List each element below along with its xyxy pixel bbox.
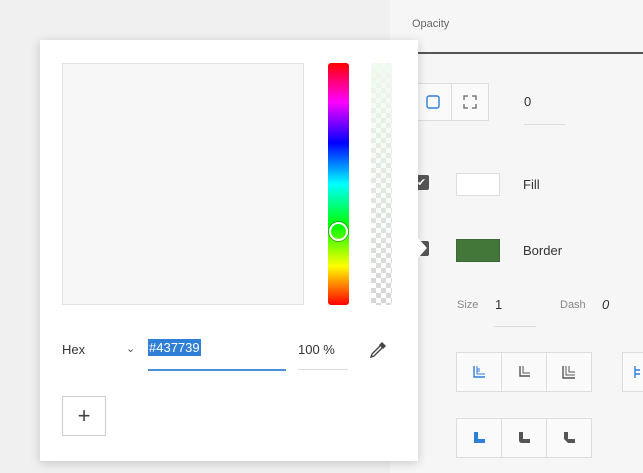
- eyedropper-icon: [369, 342, 386, 359]
- rounded-corner-button[interactable]: [414, 83, 452, 121]
- popup-pointer: [418, 238, 427, 258]
- add-swatch-button[interactable]: +: [62, 396, 106, 436]
- border-size-label: Size: [457, 299, 479, 311]
- color-format-select[interactable]: Hex: [62, 342, 85, 357]
- border-size-input[interactable]: 1: [495, 297, 502, 312]
- stroke-inside-icon: [473, 366, 485, 378]
- border-color-swatch[interactable]: [456, 239, 500, 262]
- stroke-center-button[interactable]: [501, 352, 547, 392]
- alpha-slider[interactable]: [371, 63, 392, 305]
- dash-label: Dash: [560, 299, 586, 311]
- properties-panel: Opacity 0 ✔ Fill ✔ Border Size 1 Dash 0: [390, 0, 643, 473]
- stroke-inside-button[interactable]: [456, 352, 502, 392]
- hue-slider-handle[interactable]: [329, 222, 348, 241]
- saturation-value-area[interactable]: [62, 63, 304, 305]
- stroke-center-icon: [519, 366, 530, 377]
- bevel-join-button[interactable]: [546, 418, 592, 458]
- fill-color-swatch[interactable]: [456, 173, 500, 196]
- dash-input[interactable]: 0: [602, 297, 609, 312]
- border-label: Border: [523, 243, 563, 258]
- stroke-join-group: [456, 418, 592, 458]
- opacity-input[interactable]: 100 %: [298, 342, 335, 357]
- miter-join-icon: [474, 432, 485, 443]
- corner-radius-underline: [524, 124, 566, 125]
- stroke-option-icon: [634, 366, 640, 378]
- hex-input[interactable]: #437739: [148, 339, 201, 356]
- corner-style-group: [414, 83, 489, 121]
- round-join-icon: [519, 432, 530, 443]
- bevel-join-icon: [564, 432, 575, 443]
- stroke-option-button[interactable]: [622, 352, 643, 392]
- opacity-slider-track[interactable]: [412, 52, 643, 54]
- chevron-down-icon[interactable]: ⌄: [126, 342, 135, 355]
- border-size-underline: [494, 326, 536, 327]
- stroke-outside-icon: [562, 366, 575, 379]
- stroke-align-group: [456, 352, 592, 392]
- round-join-button[interactable]: [501, 418, 547, 458]
- color-picker-popup: Hex ⌄ #437739 100 % +: [40, 40, 418, 461]
- fill-label: Fill: [523, 177, 540, 192]
- hue-slider[interactable]: [328, 63, 349, 305]
- corner-radius-value[interactable]: 0: [524, 94, 531, 109]
- opacity-input-underline: [298, 369, 348, 370]
- opacity-label: Opacity: [412, 18, 450, 30]
- rounded-corner-icon: [426, 95, 440, 109]
- individual-corners-icon: [463, 95, 477, 109]
- miter-join-button[interactable]: [456, 418, 502, 458]
- individual-corners-button[interactable]: [451, 83, 489, 121]
- stroke-outside-button[interactable]: [546, 352, 592, 392]
- eyedropper-button[interactable]: [368, 340, 388, 365]
- hex-input-underline: [148, 369, 286, 371]
- alpha-gradient: [371, 63, 392, 305]
